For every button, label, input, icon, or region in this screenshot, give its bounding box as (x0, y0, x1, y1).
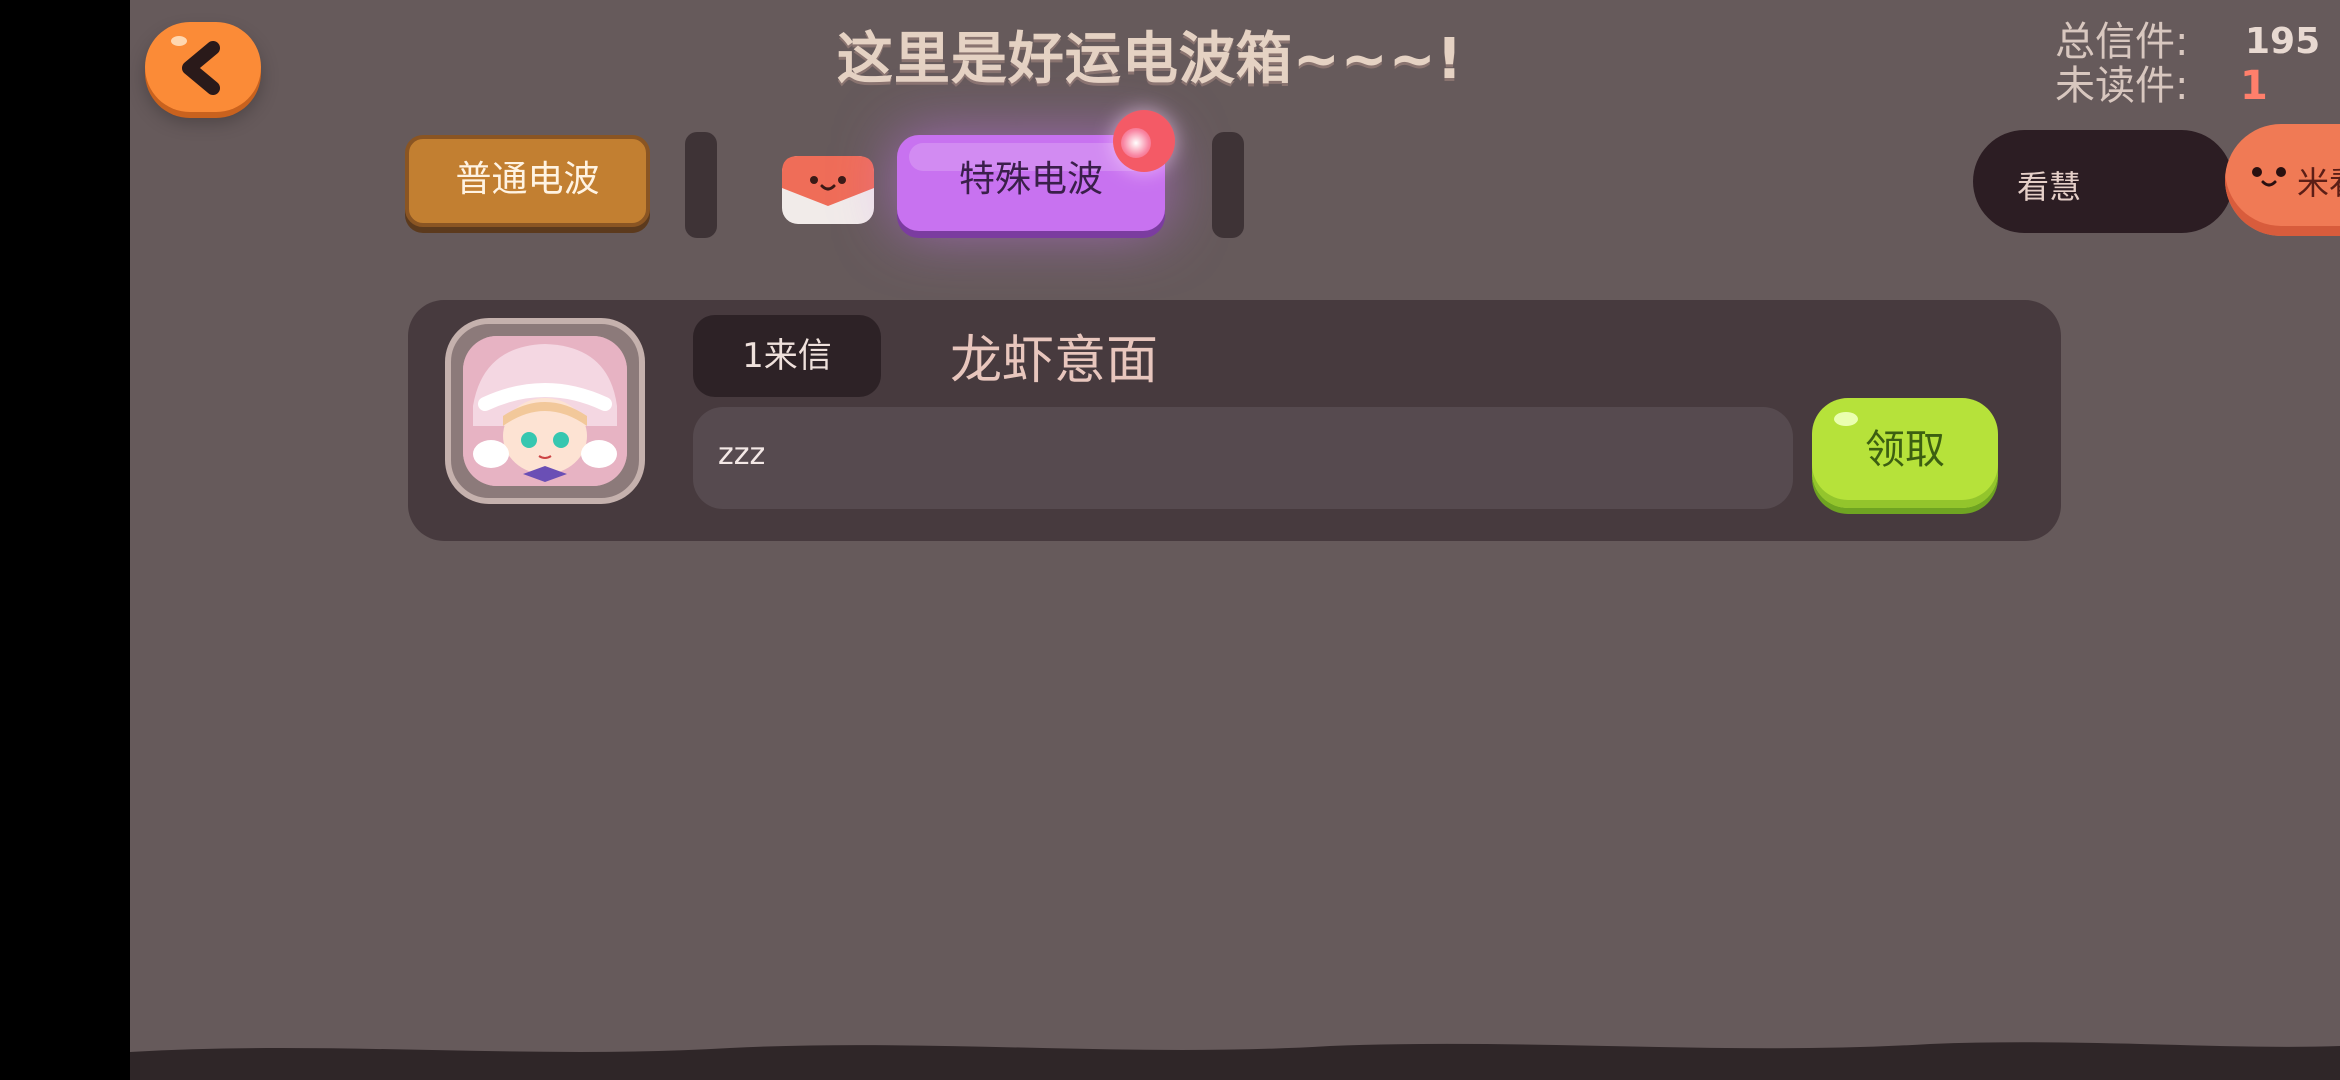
back-button[interactable] (145, 22, 261, 112)
watch-ad-label-left: 看慧 (2017, 168, 2082, 206)
tab-divider-right (1212, 132, 1244, 238)
avatar-image (463, 336, 627, 486)
sender-name: 龙虾意面 (950, 331, 1159, 391)
message-text: zzz (718, 437, 766, 472)
avatar-character-icon (463, 336, 627, 486)
watch-ad-button[interactable]: 看慧 (1973, 130, 2233, 233)
tab-special-label: 特殊电波 (958, 159, 1103, 200)
letter-count-badge: 1来信 (693, 315, 881, 397)
back-chevron-icon (182, 41, 220, 95)
tab-divider-left (685, 132, 717, 238)
tab-normal-waves[interactable]: 普通电波 (405, 135, 650, 227)
mascot-icon[interactable]: 米看 (2225, 124, 2340, 236)
watch-ad-label-right: 米看 (2297, 164, 2340, 202)
total-mail-value: 195 (2245, 21, 2321, 62)
claim-shine (1834, 412, 1858, 426)
mail-item: 1来信 龙虾意面 zzz 领取 (408, 300, 2061, 541)
mascot-face-icon (2252, 167, 2286, 187)
page-title: 这里是好运电波箱~~~! (836, 27, 1464, 92)
envelope-icon (782, 156, 874, 224)
game-screen: 这里是好运电波箱~~~! 总信件: 195 未读件: 1 普通电波 特殊电波 看… (130, 0, 2340, 1080)
unread-mail-label: 未读件: (2055, 63, 2189, 109)
notification-dot-icon (1113, 110, 1175, 172)
unread-mail-value: 1 (2240, 63, 2268, 109)
claim-button[interactable]: 领取 (1812, 398, 1998, 508)
sender-avatar[interactable] (445, 318, 645, 504)
total-mail-label: 总信件: (2055, 19, 2189, 65)
ground-silhouette (130, 1042, 2340, 1080)
claim-button-label: 领取 (1865, 427, 1945, 473)
notification-glow (1121, 128, 1151, 158)
message-box: zzz (693, 407, 1793, 509)
